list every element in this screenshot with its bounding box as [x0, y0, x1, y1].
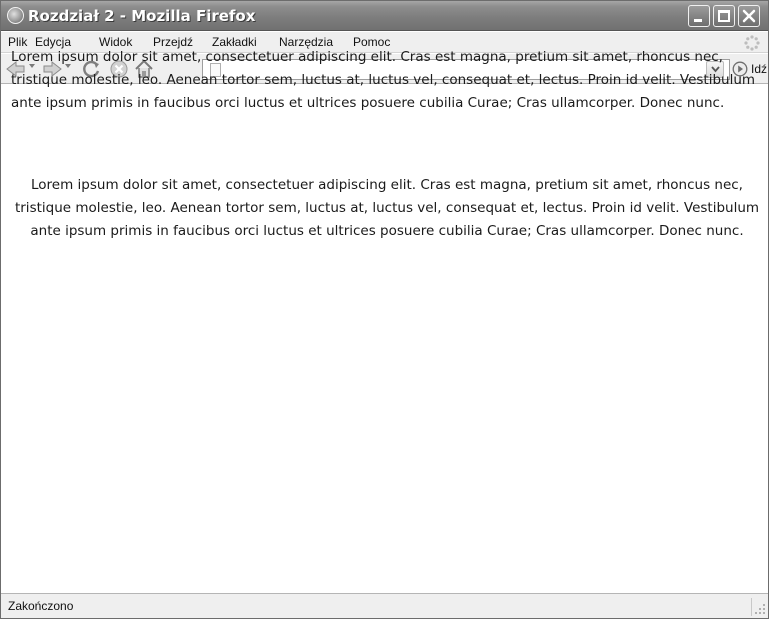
minimize-button[interactable]	[688, 5, 710, 27]
page-content	[1, 85, 768, 593]
firefox-logo-icon	[7, 7, 24, 24]
status-text: Zakończono	[8, 599, 74, 613]
maximize-button[interactable]	[713, 5, 735, 27]
paragraph-left-aligned: Lorem ipsum dolor sit amet, consectetuer…	[11, 49, 756, 111]
close-icon	[742, 9, 756, 23]
status-bar: Zakończono	[1, 593, 768, 618]
close-button[interactable]	[738, 5, 760, 27]
minimize-icon	[694, 19, 702, 22]
maximize-icon	[718, 10, 730, 22]
window-title: Rozdział 2 - Mozilla Firefox	[28, 7, 256, 25]
paragraph-centered: Lorem ipsum dolor sit amet, consectetuer…	[14, 177, 760, 239]
browser-window: Rozdział 2 - Mozilla Firefox Plik Edycja…	[0, 0, 769, 619]
resize-grip-icon	[755, 604, 765, 614]
title-bar[interactable]: Rozdział 2 - Mozilla Firefox	[1, 1, 768, 31]
resize-grip[interactable]	[751, 598, 765, 616]
